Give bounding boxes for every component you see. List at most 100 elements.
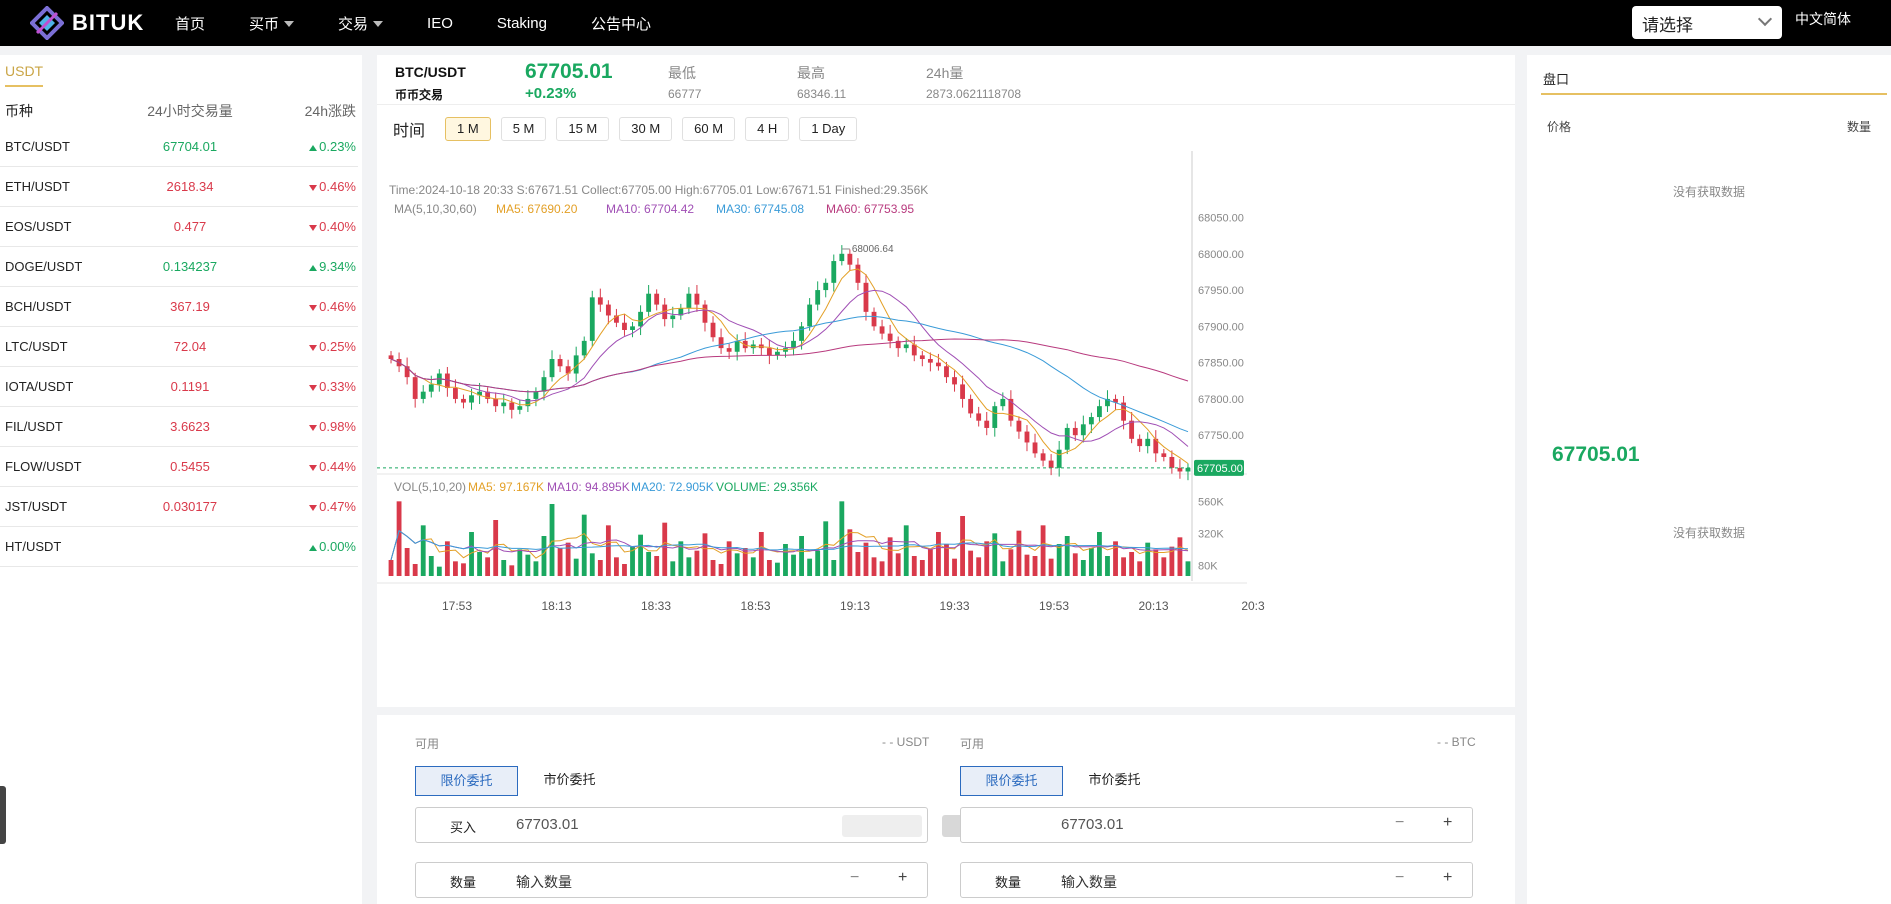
- market-pair: ETH/USDT: [5, 179, 70, 194]
- logo[interactable]: BITUK: [30, 6, 144, 40]
- market-pair: LTC/USDT: [5, 339, 68, 354]
- candle-body: [646, 293, 652, 312]
- market-change: 0.00%: [250, 539, 358, 554]
- time-tick-label: 19:53: [1039, 599, 1069, 613]
- logo-text: BITUK: [72, 10, 145, 35]
- volume-bar: [662, 522, 668, 576]
- volume-bar: [863, 542, 869, 576]
- volume-bar: [622, 564, 627, 576]
- sell-limit-tab[interactable]: 限价委托: [960, 766, 1063, 796]
- volume-bar: [1137, 561, 1143, 576]
- volume-bar: [1129, 552, 1135, 576]
- nav-item-1[interactable]: 买币: [249, 13, 295, 34]
- buy-qty-input[interactable]: 输入数量: [516, 872, 572, 892]
- volume-bar: [557, 548, 563, 576]
- nav-item-5[interactable]: 公告中心: [591, 13, 651, 34]
- timeframe-button[interactable]: 15 M: [556, 117, 610, 141]
- triangle-down-icon: [309, 505, 318, 511]
- timeframe-button[interactable]: 5 M: [500, 117, 547, 141]
- caret-down-icon: [284, 21, 295, 27]
- triangle-down-icon: [309, 425, 318, 431]
- triangle-down-icon: [309, 345, 318, 351]
- ma-legend-item: MA60: 67753.95: [826, 202, 914, 216]
- sell-price-input[interactable]: 67703.01: [1061, 816, 1124, 833]
- buy-qty-plus[interactable]: +: [898, 869, 907, 887]
- candle-body: [453, 388, 458, 399]
- volume-bar: [1097, 532, 1102, 576]
- nav-item-4[interactable]: Staking: [497, 15, 547, 32]
- ma-legend-item: MA5: 67690.20: [496, 202, 578, 216]
- sell-price-minus[interactable]: −: [1395, 814, 1404, 832]
- market-pair: FIL/USDT: [5, 419, 63, 434]
- header-pair: 币种: [5, 103, 33, 119]
- sell-market-tab[interactable]: 市价委托: [1063, 766, 1166, 796]
- timeframe-button[interactable]: 60 M: [682, 117, 736, 141]
- market-row[interactable]: FLOW/USDT 0.5455 0.44%: [0, 447, 358, 487]
- candle-body: [694, 293, 700, 305]
- market-row[interactable]: FIL/USDT 3.6623 0.98%: [0, 407, 358, 447]
- candle-body: [461, 398, 466, 403]
- market-row[interactable]: DOGE/USDT 0.134237 9.34%: [0, 247, 358, 287]
- volume-bar: [404, 548, 410, 576]
- candle-body: [630, 326, 635, 330]
- language-link[interactable]: 中文简体: [1795, 9, 1851, 29]
- candle-body: [469, 395, 474, 403]
- market-volume: 2618.34: [166, 179, 214, 194]
- order-panel: 可用 - - USDT 可用 - - BTC 限价委托 市价委托 限价委托 市价…: [377, 715, 1515, 904]
- volume-bar: [1088, 548, 1094, 576]
- market-change: 0.46%: [250, 179, 358, 194]
- market-change-value: 9.34%: [319, 259, 356, 274]
- buy-price-label: 买入: [450, 820, 477, 835]
- market-row[interactable]: EOS/USDT 0.477 0.40%: [0, 207, 358, 247]
- volume-bar: [919, 560, 925, 576]
- candle-body: [944, 366, 949, 378]
- market-row[interactable]: JST/USDT 0.030177 0.47%: [0, 487, 358, 527]
- asks-empty-message: 没有获取数据: [1672, 185, 1745, 199]
- market-row[interactable]: ETH/USDT 2618.34 0.46%: [0, 167, 358, 207]
- market-row[interactable]: BTC/USDT 67704.01 0.23%: [0, 127, 358, 167]
- candle-body: [597, 297, 603, 305]
- low-label: 最低: [668, 65, 696, 81]
- kline-chart[interactable]: Time:2024-10-18 20:33 S:67671.51 Collect…: [377, 151, 1515, 701]
- vol-legend-item: VOLUME: 29.356K: [716, 480, 818, 494]
- candle-body: [541, 377, 547, 392]
- timeframe-button[interactable]: 30 M: [619, 117, 673, 141]
- volume-bar: [927, 549, 933, 576]
- triangle-down-icon: [309, 305, 318, 311]
- sell-price-plus[interactable]: +: [1443, 814, 1452, 832]
- market-row[interactable]: LTC/USDT 72.04 0.25%: [0, 327, 358, 367]
- side-drawer-handle[interactable]: [0, 786, 6, 844]
- candle-body: [1169, 456, 1175, 468]
- timeframe-button[interactable]: 1 M: [445, 117, 491, 141]
- market-change-value: 0.46%: [319, 299, 356, 314]
- candle-body: [927, 359, 933, 363]
- header-volume: 24小时交易量: [147, 103, 233, 119]
- sell-qty-minus[interactable]: −: [1395, 869, 1404, 887]
- market-volume: 0.5455: [170, 459, 210, 474]
- language-select[interactable]: 请选择: [1632, 6, 1782, 39]
- timeframe-button[interactable]: 1 Day: [799, 117, 858, 141]
- orderbook-title: 盘口: [1543, 72, 1570, 87]
- low-value: 66777: [668, 87, 702, 101]
- buy-limit-tab[interactable]: 限价委托: [415, 766, 518, 796]
- buy-price-input[interactable]: 67703.01: [516, 816, 579, 833]
- buy-market-tab[interactable]: 市价委托: [518, 766, 621, 796]
- sell-qty-field[interactable]: 数量 输入数量 − +: [960, 862, 1473, 898]
- tab-usdt[interactable]: USDT: [5, 63, 44, 87]
- timeframe-button[interactable]: 4 H: [745, 117, 790, 141]
- candle-body: [549, 359, 555, 378]
- volume-bar: [936, 532, 941, 576]
- market-row[interactable]: BCH/USDT 367.19 0.46%: [0, 287, 358, 327]
- price-tick-label: 67850.00: [1198, 358, 1244, 370]
- buy-qty-field[interactable]: 数量 输入数量 − +: [415, 862, 928, 898]
- nav-item-0[interactable]: 首页: [175, 13, 205, 34]
- sell-price-field[interactable]: 67703.01 − +: [960, 807, 1473, 843]
- sell-qty-plus[interactable]: +: [1443, 869, 1452, 887]
- sell-qty-input[interactable]: 输入数量: [1061, 872, 1117, 892]
- market-row[interactable]: HT/USDT 0.00%: [0, 527, 358, 567]
- volume-bar: [1072, 553, 1078, 576]
- nav-item-2[interactable]: 交易: [338, 13, 384, 34]
- buy-qty-minus[interactable]: −: [850, 869, 859, 887]
- nav-item-3[interactable]: IEO: [427, 15, 453, 32]
- market-row[interactable]: IOTA/USDT 0.1191 0.33%: [0, 367, 358, 407]
